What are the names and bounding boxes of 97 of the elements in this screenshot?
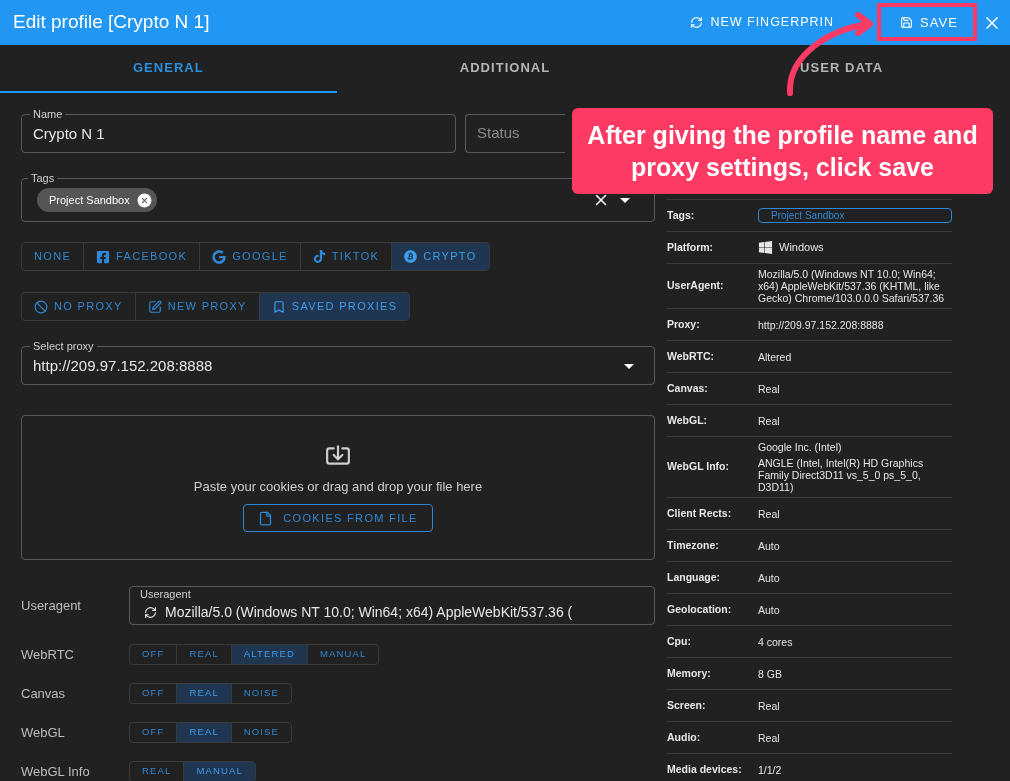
ban-icon [34, 299, 48, 314]
segment-option[interactable]: NONE [22, 243, 84, 270]
summary-value: Real [758, 731, 781, 744]
summary-label: Platform: [667, 239, 715, 255]
summary-label: UserAgent: [667, 278, 725, 294]
summary-value: 4 cores [758, 635, 794, 648]
useragent-field[interactable]: Useragent Mozilla/5.0 (Windows NT 10.0; Win64; x64) AppleWebKit/537.36 ( [129, 586, 655, 625]
field-value: Mozilla/5.0 (Windows NT 10.0; Win64; x64) AppleWebKit/537.36 ( [165, 604, 573, 620]
tiktok-icon [312, 250, 326, 263]
summary-value: Real [758, 414, 781, 427]
dropdown-caret-icon[interactable] [620, 197, 630, 203]
tab[interactable]: ADDITIONAL [336, 45, 674, 93]
field-label: Select proxy [32, 341, 95, 352]
cookies-from-file-button[interactable]: COOKIES FROM FILE [243, 504, 433, 533]
summary-label: Geolocation: [667, 601, 733, 617]
summary-label: Language: [667, 569, 722, 585]
segment-option[interactable]: REAL [176, 645, 231, 664]
segment-option[interactable]: OFF [130, 684, 177, 703]
summary-label: Timezone: [667, 537, 720, 553]
bitcoin-icon [404, 250, 418, 263]
summary-value: Auto [758, 571, 781, 584]
tag-badge: Project Sandbox [758, 208, 952, 223]
segment-option[interactable]: OFF [130, 645, 177, 664]
summary-value: ANGLE (Intel, Intel(R) HD Graphics Family Direct3D11 vs_5_0 ps_5_0, D3D11) [758, 457, 925, 493]
google-icon [212, 249, 227, 264]
summary-label: Screen: [667, 697, 707, 713]
facebook-icon [96, 249, 111, 264]
remove-icon[interactable] [135, 191, 153, 209]
summary-value: 8 GB [758, 667, 783, 680]
summary-label: Canvas: [667, 380, 709, 396]
segment-option[interactable]: OFF [130, 723, 177, 742]
summary-value: Auto [758, 539, 781, 552]
segment-option[interactable]: FACEBOOK [83, 243, 200, 270]
tag-label: Project Sandbox [49, 192, 130, 208]
segment-option[interactable]: SAVED PROXIES [258, 293, 410, 320]
summary-value: Auto [758, 603, 781, 616]
segment-option[interactable]: REAL [176, 723, 231, 742]
summary-value: Real [758, 382, 781, 395]
segment-option[interactable]: ALTERED [230, 645, 307, 664]
summary-value: Windows [779, 240, 824, 256]
summary-value: Real [758, 507, 781, 520]
file-icon [258, 510, 274, 526]
segment-option[interactable]: GOOGLE [199, 243, 300, 270]
summary-value: Real [758, 699, 781, 712]
tag-chip[interactable]: Project Sandbox [37, 188, 157, 212]
drop-zone-text: Paste your cookies or drag and drop your file here [193, 477, 483, 496]
field-value: http://209.97.152.208:8888 [33, 355, 214, 376]
dropdown-caret-icon [624, 363, 634, 369]
segment-option[interactable]: REAL [130, 762, 184, 781]
summary-label: Memory: [667, 665, 712, 681]
setting-label: Canvas [21, 684, 67, 703]
tab[interactable]: GENERAL [0, 45, 337, 93]
segment-option[interactable]: MANUAL [183, 762, 255, 781]
refresh-icon [690, 16, 704, 29]
setting-label: WebGL [21, 723, 66, 742]
field-label: Tags [30, 173, 56, 184]
segment-option[interactable]: NEW PROXY [134, 293, 259, 320]
cookie-drop-zone[interactable]: Paste your cookies or drag and drop your file here COOKIES FROM FILE [21, 415, 655, 560]
bookmark-icon [271, 299, 286, 314]
tab[interactable]: USER DATA [673, 45, 1010, 93]
summary-label: Tags: [667, 207, 696, 223]
segment-option[interactable]: NOISE [230, 684, 292, 703]
status-field[interactable]: Status [465, 114, 565, 153]
summary-label: Media devices: [667, 761, 743, 777]
setting-label: Useragent [21, 596, 82, 615]
segment-option[interactable]: REAL [176, 684, 231, 703]
summary-label: WebGL: [667, 412, 709, 428]
field-value: Crypto N 1 [33, 125, 105, 142]
setting-label: WebGL Info [21, 762, 91, 781]
window-title: Edit profile [Crypto N 1] [13, 10, 211, 35]
segment-option[interactable]: MANUAL [306, 645, 379, 664]
edit-icon [147, 299, 162, 314]
new-fingerprint-button[interactable]: NEW FINGERPRIN [690, 6, 835, 39]
summary-label: Client Rects: [667, 505, 733, 521]
field-label: Name [32, 109, 64, 120]
summary-value: http://209.97.152.208:8888 [758, 318, 885, 331]
segment-option[interactable]: CRYPTO [391, 243, 489, 270]
summary-value: 1/1/2 [758, 763, 783, 776]
summary-label: Proxy: [667, 316, 701, 332]
summary-label: WebGL Info: [667, 459, 731, 475]
field-placeholder: Status [477, 123, 520, 144]
save-icon [900, 16, 914, 29]
summary-value: Google Inc. (Intel) [758, 441, 843, 453]
summary-label: Cpu: [667, 633, 692, 649]
save-button[interactable]: SAVE [884, 6, 974, 39]
select-proxy-field[interactable]: Select proxy http://209.97.152.208:8888 [21, 341, 655, 385]
summary-label: Audio: [667, 729, 702, 745]
summary-label: WebRTC: [667, 348, 716, 364]
segment-option[interactable]: NO PROXY [22, 293, 135, 320]
refresh-icon[interactable] [144, 605, 157, 619]
segment-option[interactable]: NOISE [230, 723, 292, 742]
name-field[interactable]: Name Crypto N 1 [21, 109, 456, 153]
field-label: Useragent [140, 589, 191, 600]
windows-icon [758, 240, 773, 255]
summary-value: Mozilla/5.0 (Windows NT 10.0; Win64; x64) AppleWebKit/537.36 (KHTML, like Gecko) Chrome/103.0.0.0 Safari/537.36 [758, 268, 946, 304]
summary-value: Altered [758, 350, 793, 363]
setting-label: WebRTC [21, 645, 75, 664]
